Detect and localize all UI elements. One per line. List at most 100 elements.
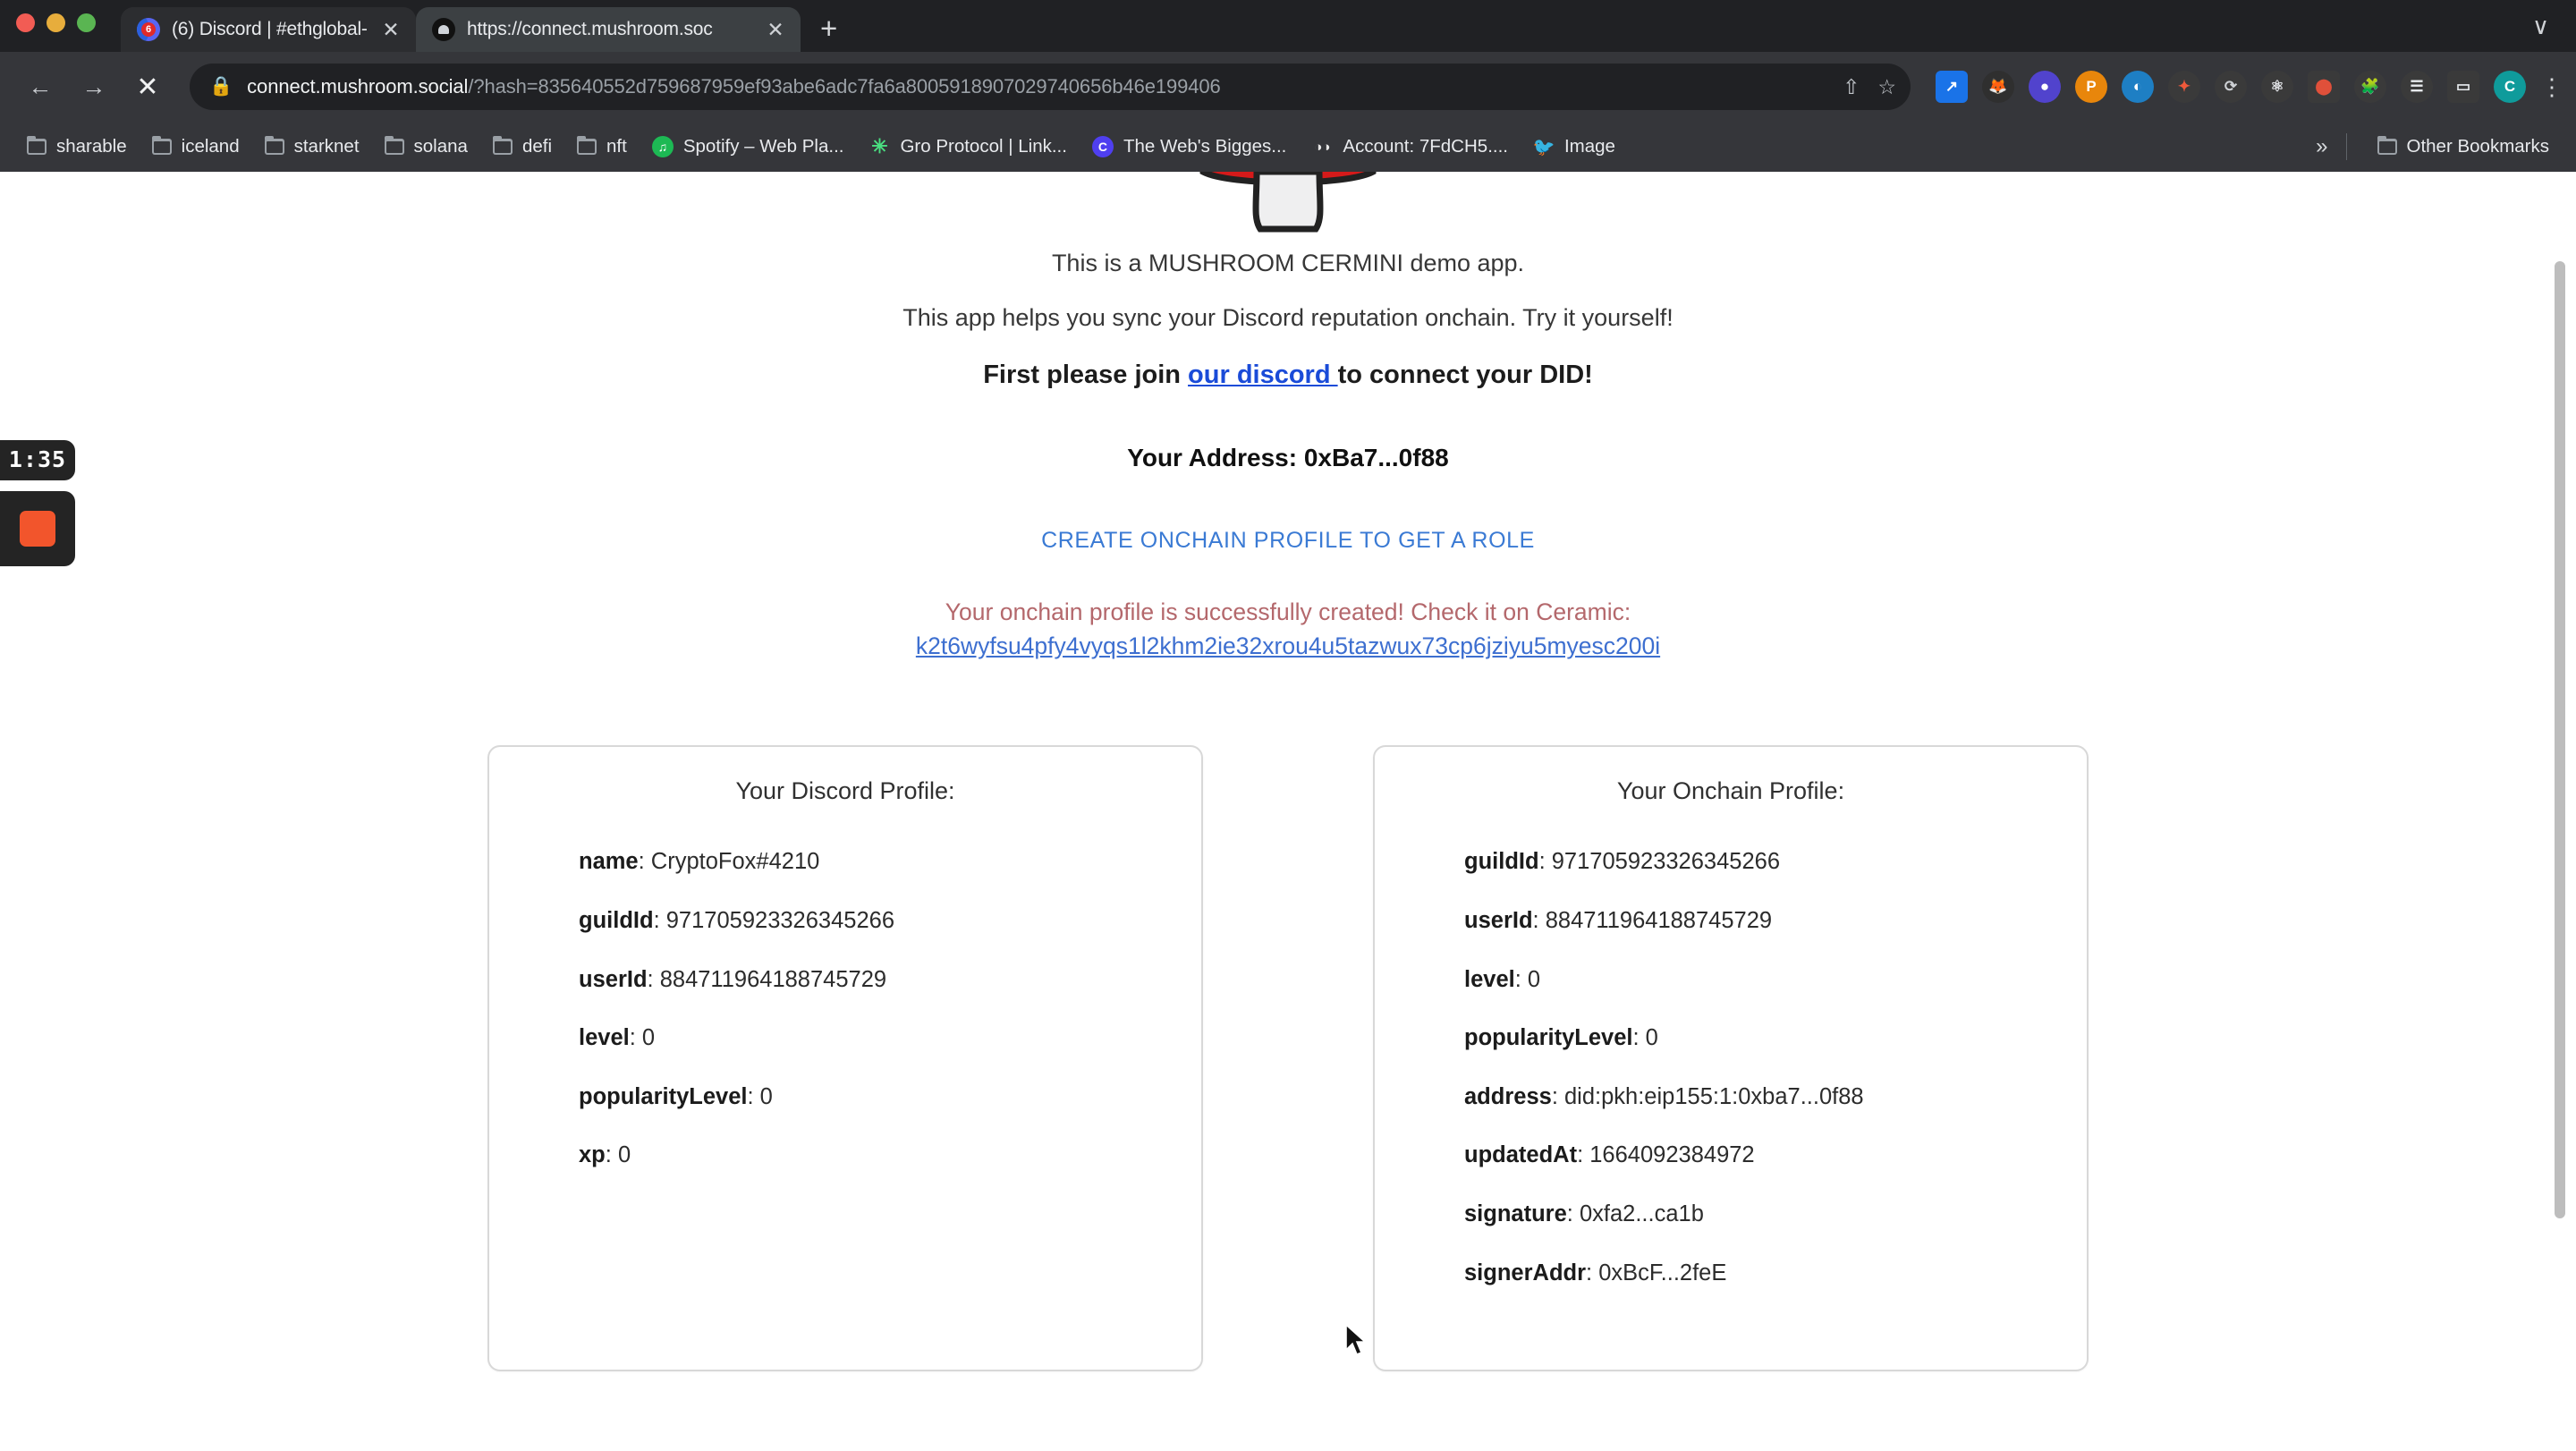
side-panel-icon[interactable]: ▭ — [2447, 71, 2479, 103]
row-value: 0 — [1645, 1025, 1658, 1051]
bookmark-label: Gro Protocol | Link... — [900, 136, 1067, 157]
row-key: popularityLevel — [1464, 1025, 1633, 1051]
refresh-loop-extension-icon[interactable]: ⟳ — [2215, 71, 2247, 103]
screen-recorder-widget: 1:35 — [0, 440, 75, 566]
polkadot-extension-icon[interactable]: P — [2075, 71, 2107, 103]
folder-icon — [2377, 136, 2397, 155]
tab-mushroom[interactable]: https://connect.mushroom.soc ✕ — [416, 7, 801, 52]
bookmark-iceland[interactable]: iceland — [140, 131, 252, 163]
profile-avatar[interactable]: C — [2494, 71, 2526, 103]
intro-line-2: This app helps you sync your Discord rep… — [902, 303, 1674, 331]
url-text: connect.mushroom.social/?hash=835640552d… — [247, 75, 1221, 98]
mushroom-logo — [1199, 172, 1377, 233]
bookmark-starknet[interactable]: starknet — [252, 131, 372, 163]
bookmarks-overflow-button[interactable]: » — [2316, 134, 2327, 159]
discord-icon: 6 — [137, 18, 160, 41]
our-discord-link[interactable]: our discord — [1188, 361, 1338, 389]
other-bookmarks-label: Other Bookmarks — [2406, 136, 2550, 157]
create-onchain-profile-button[interactable]: CREATE ONCHAIN PROFILE TO GET A ROLE — [1041, 528, 1535, 554]
bookmark-label: Spotify – Web Pla... — [682, 136, 844, 157]
bookmark-gro-protocol[interactable]: ✳ Gro Protocol | Link... — [856, 131, 1079, 163]
card-title: Your Discord Profile: — [735, 777, 955, 805]
stop-recording-button[interactable] — [0, 491, 75, 566]
row-key: address — [1464, 1083, 1552, 1109]
blue-arrow-extension-icon[interactable]: ↗ — [1936, 71, 1968, 103]
profile-row: name: CryptoFox#4210 — [579, 849, 820, 875]
bookmark-label: The Web's Bigges... — [1123, 136, 1287, 157]
back-button[interactable]: ← — [16, 63, 64, 111]
new-tab-button[interactable]: + — [820, 13, 837, 43]
bookmark-label: sharable — [56, 136, 127, 157]
tab-strip: 6 (6) Discord | #ethglobal-demo ✕ https:… — [0, 0, 2576, 52]
minimize-window-button[interactable] — [47, 13, 65, 32]
close-tab-icon[interactable]: ✕ — [378, 19, 403, 40]
argent-extension-icon[interactable]: ✦ — [2168, 71, 2200, 103]
bookmark-image[interactable]: 🐦 Image — [1521, 131, 1628, 163]
bookmark-star-icon[interactable]: ☆ — [1877, 75, 1896, 99]
bookmark-nft[interactable]: nft — [564, 131, 640, 163]
row-key: userId — [1464, 907, 1533, 933]
screen-capture-extension-icon[interactable]: ⬤ — [2308, 71, 2340, 103]
spotify-icon: ♫ — [651, 136, 674, 157]
phantom-wallet-extension-icon[interactable]: ● — [2029, 71, 2061, 103]
join-prefix: First please join — [983, 360, 1189, 389]
row-key: name — [579, 849, 639, 875]
vertical-scrollbar[interactable] — [2555, 261, 2565, 1218]
profile-row: userId: 884711964188745729 — [579, 966, 887, 992]
bookmark-solana[interactable]: solana — [372, 131, 480, 163]
row-value: 884711964188745729 — [659, 966, 887, 992]
profile-row: guildId: 971705923326345266 — [579, 907, 895, 933]
window-controls — [16, 13, 96, 52]
success-message-block: Your onchain profile is successfully cre… — [0, 595, 2576, 664]
react-devtools-extension-icon[interactable]: ⚛ — [2261, 71, 2293, 103]
bookmark-label: solana — [413, 136, 468, 157]
row-key: guildId — [579, 907, 654, 933]
forward-button[interactable]: → — [70, 63, 118, 111]
share-icon[interactable]: ⇧ — [1843, 75, 1860, 99]
profile-cards: Your Discord Profile: name: CryptoFox#42… — [0, 745, 2576, 1372]
profile-row: xp: 0 — [579, 1142, 631, 1168]
lock-clock-extension-icon[interactable]: ◐ — [2122, 71, 2154, 103]
row-key: updatedAt — [1464, 1142, 1578, 1168]
profile-row: level: 0 — [579, 1025, 656, 1051]
bookmark-account[interactable]: ◑◑ Account: 7FdCH5.... — [1299, 131, 1521, 163]
row-key: userId — [579, 966, 648, 992]
bookmark-defi[interactable]: defi — [480, 131, 564, 163]
row-value: 1664092384972 — [1589, 1142, 1755, 1168]
folder-icon — [492, 136, 513, 155]
maximize-window-button[interactable] — [77, 13, 96, 32]
bookmark-label: Image — [1563, 136, 1615, 157]
playlist-queue-extension-icon[interactable]: ☰ — [2401, 71, 2433, 103]
folder-icon — [151, 136, 172, 155]
other-bookmarks-button[interactable]: Other Bookmarks — [2365, 131, 2563, 163]
row-key: guildId — [1464, 849, 1539, 875]
intro-line-1: This is a MUSHROOM CERMINI demo app. — [1051, 250, 1525, 276]
twitter-icon: 🐦 — [1532, 137, 1555, 157]
recording-timer: 1:35 — [0, 440, 75, 480]
profile-row: level: 0 — [1464, 966, 1541, 992]
join-discord-line: First please join our discord to connect… — [0, 361, 2576, 390]
tab-discord[interactable]: 6 (6) Discord | #ethglobal-demo ✕ — [121, 7, 416, 52]
url-host: connect.mushroom.social — [247, 75, 469, 98]
bookmark-spotify[interactable]: ♫ Spotify – Web Pla... — [640, 131, 857, 163]
row-value: CryptoFox#4210 — [650, 849, 820, 875]
metamask-fox-extension-icon[interactable]: 🦊 — [1982, 71, 2014, 103]
profile-row: popularityLevel: 0 — [1464, 1025, 1658, 1051]
address-bar[interactable]: 🔒 connect.mushroom.social/?hash=83564055… — [190, 64, 1911, 110]
row-key: signature — [1464, 1201, 1567, 1226]
extensions-puzzle-icon[interactable]: 🧩 — [2354, 71, 2386, 103]
folder-icon — [384, 136, 404, 155]
row-value: 971705923326345266 — [1551, 849, 1781, 875]
solscan-icon: ◑◑ — [1314, 139, 1331, 155]
chevron-down-icon[interactable]: ∨ — [2532, 13, 2549, 40]
stop-loading-button[interactable]: ✕ — [123, 63, 172, 111]
close-window-button[interactable] — [16, 13, 35, 32]
chrome-menu-icon[interactable]: ⋮ — [2540, 75, 2563, 98]
bookmark-coinmarketcap[interactable]: C The Web's Bigges... — [1080, 131, 1299, 163]
close-tab-icon[interactable]: ✕ — [763, 19, 788, 40]
bookmark-sharable[interactable]: sharable — [14, 131, 140, 163]
ceramic-stream-link[interactable]: k2t6wyfsu4pfy4vyqs1l2khm2ie32xrou4u5tazw… — [916, 632, 1660, 659]
row-value: 0 — [1527, 966, 1541, 992]
bookmarks-bar: sharable iceland starknet solana defi nf… — [0, 122, 2576, 172]
row-value: 971705923326345266 — [665, 907, 895, 933]
